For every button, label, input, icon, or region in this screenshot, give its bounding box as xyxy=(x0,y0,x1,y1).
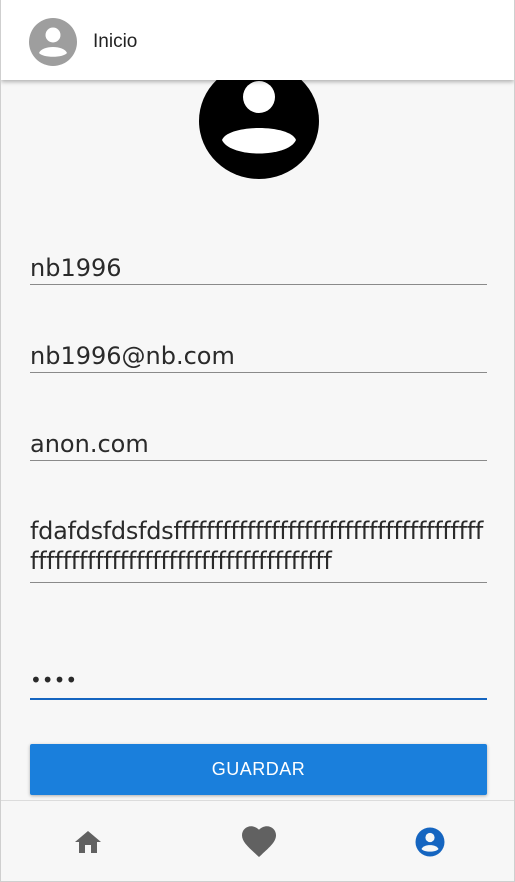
email-field[interactable]: nb1996@nb.com xyxy=(30,341,487,373)
header-avatar-icon[interactable] xyxy=(28,17,78,67)
app-header: Inicio xyxy=(1,0,514,80)
home-icon xyxy=(75,831,101,853)
app-frame: Inicio nb1996 nb1996@nb.com anon.com fda… xyxy=(0,0,515,882)
nav-profile[interactable] xyxy=(343,801,514,881)
heart-icon xyxy=(242,826,276,857)
password-field[interactable]: •••• xyxy=(30,665,487,700)
username-field[interactable]: nb1996 xyxy=(30,253,487,285)
website-field[interactable]: anon.com xyxy=(30,429,487,461)
nav-home[interactable] xyxy=(1,801,172,881)
account-circle-icon xyxy=(415,827,445,857)
bio-field[interactable]: fdafdsfdsfdsffffffffffffffffffffffffffff… xyxy=(30,516,487,583)
nav-favorites[interactable] xyxy=(172,801,343,881)
bottom-navigation xyxy=(1,800,514,881)
save-button[interactable]: GUARDAR xyxy=(30,744,487,795)
header-title: Inicio xyxy=(93,31,138,52)
